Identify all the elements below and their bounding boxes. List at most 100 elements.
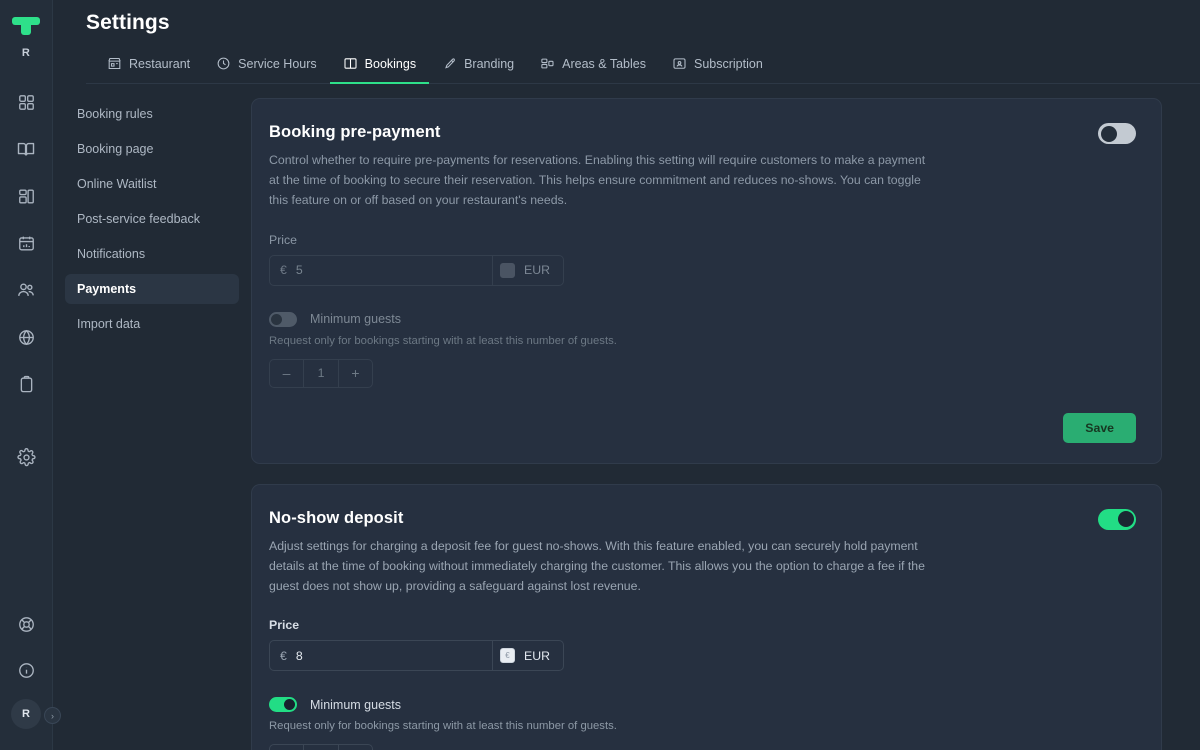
minimum-guests-stepper: – 4 + <box>269 744 373 750</box>
decrement-button[interactable]: – <box>269 358 303 388</box>
booking-pre-payment-toggle[interactable] <box>1098 123 1136 144</box>
minimum-guests-label: Minimum guests <box>310 312 401 327</box>
rail-icon-list <box>9 85 43 474</box>
card-booking-pre-payment: Booking pre-payment Control whether to r… <box>251 98 1162 464</box>
stepper-value[interactable]: 4 <box>303 744 339 750</box>
card-description: Adjust settings for charging a deposit f… <box>269 538 925 593</box>
subnav-item-online-waitlist[interactable]: Online Waitlist <box>65 169 239 199</box>
price-value: 5 <box>295 263 303 278</box>
settings-tabs: Restaurant Service Hours Bookings Brandi… <box>86 50 1200 84</box>
tab-service-hours[interactable]: Service Hours <box>203 50 330 84</box>
card-title: No-show deposit <box>269 508 404 527</box>
tab-branding[interactable]: Branding <box>429 50 527 84</box>
card-id-icon <box>672 56 687 71</box>
gear-icon[interactable] <box>9 440 43 474</box>
price-input[interactable]: € 5 <box>269 254 493 286</box>
minimum-guests-stepper: – 1 + <box>269 358 373 388</box>
tab-subscription[interactable]: Subscription <box>659 50 776 84</box>
price-field-row: € 5 € EUR <box>269 254 1136 286</box>
book-open-icon[interactable] <box>9 132 43 166</box>
card-no-show-deposit: No-show deposit Adjust settings for char… <box>251 483 1162 750</box>
card-header: Booking pre-payment <box>269 123 1136 144</box>
save-button[interactable]: Save <box>1063 412 1136 443</box>
currency-code: EUR <box>524 263 550 278</box>
toggle-knob <box>284 699 295 711</box>
minimum-guests-help: Request only for bookings starting with … <box>269 720 617 733</box>
page-title: Settings <box>86 11 170 34</box>
price-field-row: € 8 € EUR <box>269 640 1136 672</box>
increment-button[interactable]: + <box>339 744 373 750</box>
subnav-item-payments[interactable]: Payments <box>65 274 239 304</box>
save-row: Save <box>269 412 1136 443</box>
calendar-chart-icon[interactable] <box>9 226 43 260</box>
price-label: Price <box>269 618 300 633</box>
main-region: Settings Restaurant Service Hours Bookin… <box>53 0 1200 750</box>
top-bar: Settings Restaurant Service Hours Bookin… <box>53 0 1200 84</box>
stepper-value[interactable]: 1 <box>303 358 339 388</box>
rail-initial: R <box>21 47 31 59</box>
layout-blocks-icon[interactable] <box>9 179 43 213</box>
subnav-item-import-data[interactable]: Import data <box>65 309 239 339</box>
tab-label: Branding <box>464 56 515 71</box>
card-title: Booking pre-payment <box>269 123 441 141</box>
toggle-knob <box>1100 125 1117 142</box>
clock-icon <box>216 56 231 71</box>
subnav-item-booking-rules[interactable]: Booking rules <box>65 99 239 129</box>
no-show-deposit-toggle[interactable] <box>1098 508 1136 530</box>
currency-selector[interactable]: € EUR <box>493 254 564 286</box>
settings-content: Booking pre-payment Control whether to r… <box>251 84 1200 750</box>
body-area: Booking rules Booking page Online Waitli… <box>53 84 1200 750</box>
grid-dashboard-icon[interactable] <box>9 85 43 119</box>
currency-selector[interactable]: € EUR <box>493 640 564 672</box>
storefront-icon <box>107 56 122 71</box>
currency-code: EUR <box>524 648 550 663</box>
tab-bookings[interactable]: Bookings <box>329 50 430 84</box>
info-circle-icon[interactable] <box>9 653 43 687</box>
rail-bottom-icons: R <box>9 607 43 750</box>
settings-subnav: Booking rules Booking page Online Waitli… <box>53 84 251 750</box>
logo-t-icon <box>12 17 40 25</box>
currency-symbol: € <box>280 648 287 663</box>
brush-icon <box>442 56 457 71</box>
minimum-guests-row: Minimum guests <box>269 311 1136 327</box>
increment-button[interactable]: + <box>339 358 373 388</box>
card-header: No-show deposit <box>269 508 1136 530</box>
card-title-block: No-show deposit <box>269 509 403 528</box>
subnav-item-booking-page[interactable]: Booking page <box>65 134 239 164</box>
decrement-button[interactable]: – <box>269 744 303 750</box>
avatar[interactable]: R <box>11 699 41 729</box>
tab-label: Subscription <box>694 56 763 71</box>
tables-icon <box>540 56 555 71</box>
logo-t-stem-icon <box>21 25 31 35</box>
subnav-item-post-service-feedback[interactable]: Post-service feedback <box>65 204 239 234</box>
chevron-right-circle-icon[interactable]: › <box>44 707 61 724</box>
tab-label: Bookings <box>364 56 417 71</box>
card-title-block: Booking pre-payment <box>269 123 441 142</box>
tab-label: Areas & Tables <box>562 56 646 71</box>
minimum-guests-toggle[interactable] <box>269 697 297 713</box>
toggle-knob <box>271 313 282 325</box>
tab-areas-tables[interactable]: Areas & Tables <box>527 50 659 84</box>
book-icon <box>343 56 358 71</box>
card-description: Control whether to require pre-payments … <box>269 153 926 207</box>
lifebuoy-icon[interactable] <box>9 607 43 641</box>
tab-label: Restaurant <box>129 56 191 71</box>
currency-flag-icon: € <box>500 262 515 278</box>
globe-icon[interactable] <box>9 320 43 354</box>
app-root: R R › Settings Restaurant Service Hours … <box>0 0 1200 750</box>
minimum-guests-row: Minimum guests <box>269 697 1136 713</box>
tab-label: Service Hours <box>238 56 317 71</box>
app-logo[interactable] <box>12 17 40 35</box>
minimum-guests-toggle[interactable] <box>269 311 297 327</box>
price-value: 8 <box>295 648 303 663</box>
users-icon[interactable] <box>9 273 43 307</box>
currency-flag-icon: € <box>500 648 515 664</box>
tab-restaurant[interactable]: Restaurant <box>94 50 203 84</box>
minimum-guests-help: Request only for bookings starting with … <box>269 334 617 347</box>
subnav-item-notifications[interactable]: Notifications <box>65 239 239 269</box>
currency-symbol: € <box>280 263 287 278</box>
clipboard-icon[interactable] <box>9 367 43 401</box>
price-input[interactable]: € 8 <box>269 640 493 672</box>
price-label: Price <box>269 232 298 247</box>
minimum-guests-label: Minimum guests <box>310 697 401 712</box>
